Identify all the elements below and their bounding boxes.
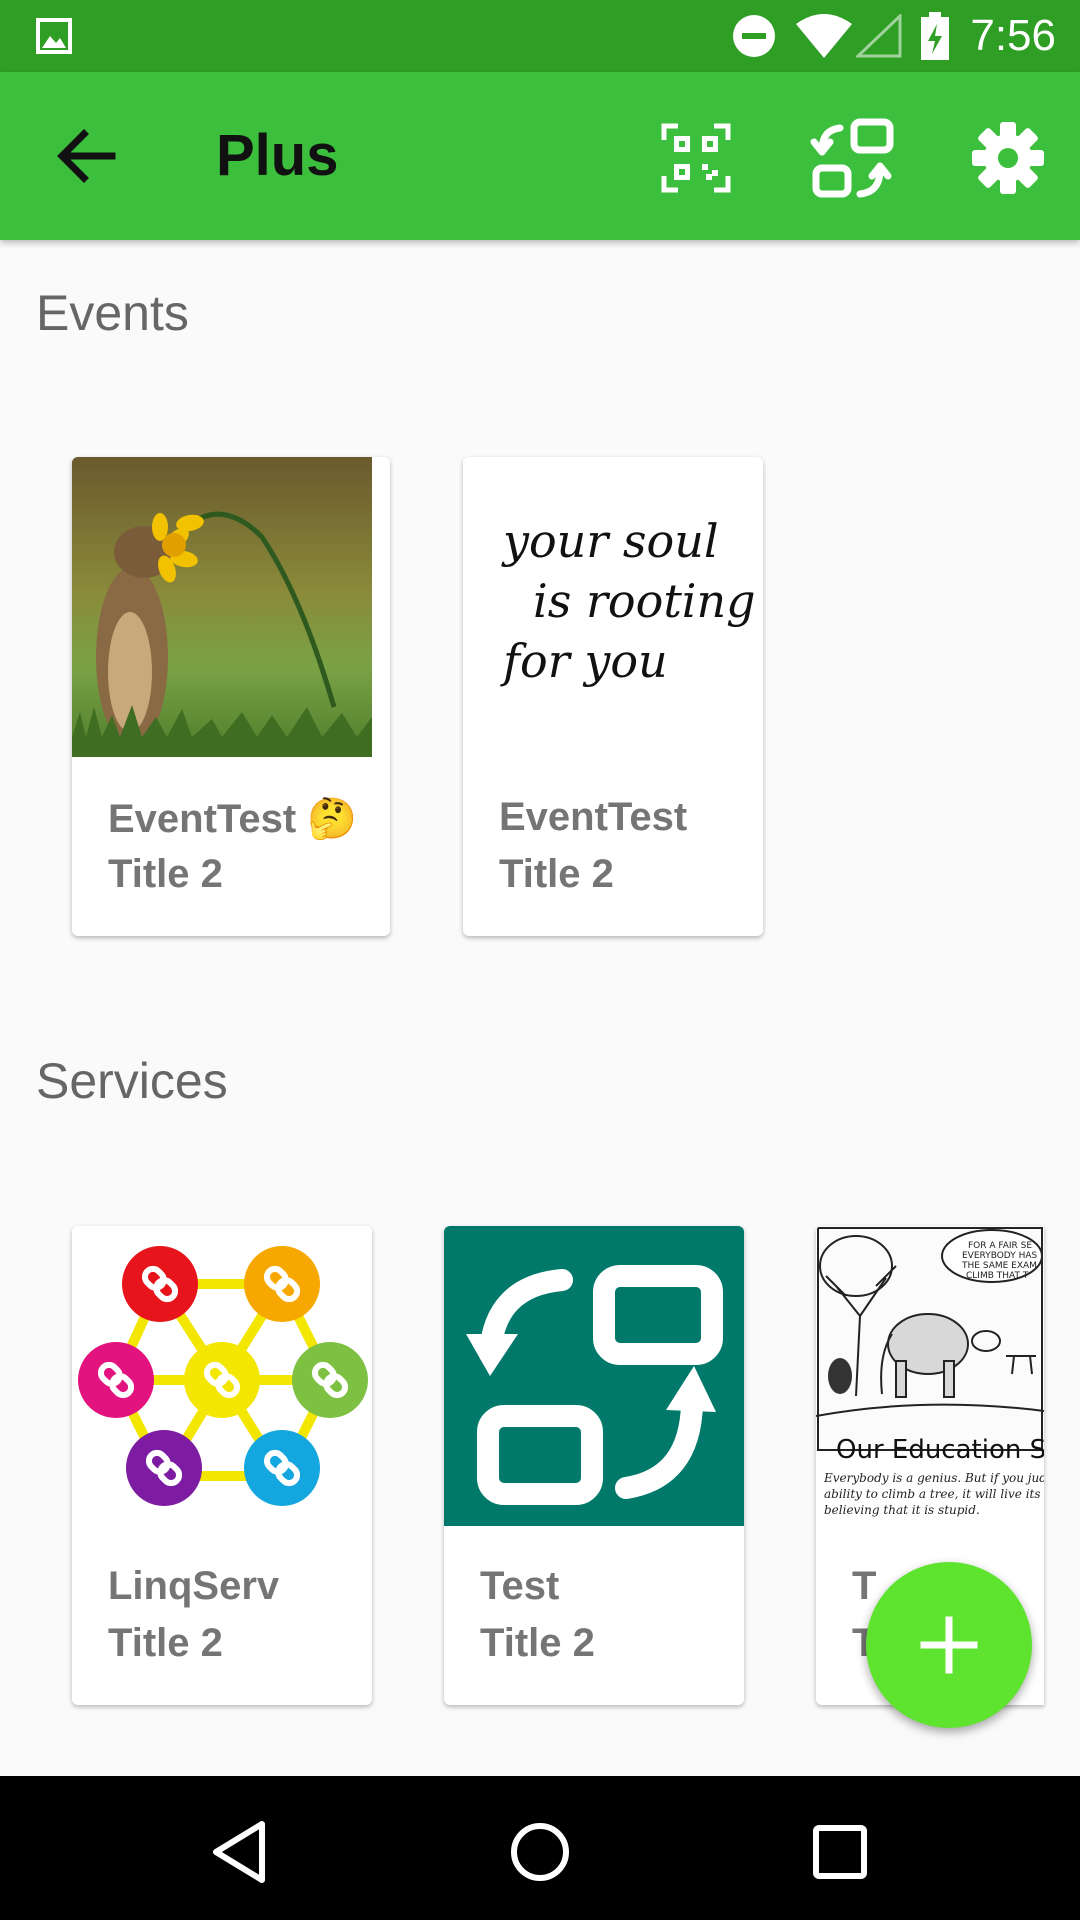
card-title: LinqServ xyxy=(108,1564,280,1608)
swap-icon[interactable] xyxy=(808,116,898,200)
status-bar: 7:56 xyxy=(0,0,1080,72)
cartoon-bubble-text: THE SAME EXAM xyxy=(961,1261,1037,1271)
event-card[interactable]: EventTest 🤔 Title 2 xyxy=(72,457,390,936)
card-subtitle: Title 2 xyxy=(108,852,223,896)
no-signal-icon xyxy=(856,14,902,58)
event-card[interactable]: your soul is rooting for you EventTest T… xyxy=(463,457,763,936)
card-subtitle: Title 2 xyxy=(108,1621,223,1665)
battery-charging-icon xyxy=(921,12,949,60)
cartoon-bubble-text: FOR A FAIR SE xyxy=(968,1241,1032,1251)
service-card[interactable]: Test Title 2 xyxy=(444,1226,744,1705)
thinking-emoji-icon: 🤔 xyxy=(307,796,358,842)
quote-line: for you xyxy=(500,634,668,688)
service-card[interactable]: LinqServ Title 2 xyxy=(72,1226,372,1705)
home-circle-icon[interactable] xyxy=(504,1816,576,1888)
card-title: EventTest 🤔 xyxy=(108,795,357,842)
app-bar: Plus xyxy=(0,72,1080,240)
quote-line: your soul xyxy=(501,514,719,568)
quote-line: is rooting xyxy=(533,574,756,628)
education-cartoon: FOR A FAIR SE EVERYBODY HAS THE SAME EXA… xyxy=(816,1226,1044,1526)
card-subtitle: Title 2 xyxy=(480,1621,595,1665)
settings-icon[interactable] xyxy=(966,116,1050,200)
linked-chain-network-logo xyxy=(72,1226,372,1526)
card-subtitle: Title 2 xyxy=(499,852,614,896)
cartoon-quote-line: believing that it is stupid. xyxy=(824,1503,980,1517)
cartoon-quote-line: ability to climb a tree, it will live it… xyxy=(824,1487,1044,1501)
plus-icon xyxy=(920,1616,978,1674)
cartoon-caption: Our Education Sy xyxy=(836,1435,1044,1465)
card-title: Test xyxy=(480,1564,560,1608)
card-title-text: EventTest xyxy=(108,797,297,841)
back-triangle-icon[interactable] xyxy=(204,1816,276,1888)
squirrel-flower-photo xyxy=(72,457,372,757)
services-section-title: Services xyxy=(36,1053,228,1109)
cartoon-quote-line: Everybody is a genius. But if you judge … xyxy=(823,1471,1044,1485)
card-title: EventTest xyxy=(499,795,688,839)
add-fab-button[interactable]: + xyxy=(866,1562,1032,1728)
cartoon-bubble-text: EVERYBODY HAS xyxy=(962,1251,1038,1261)
image-notification-icon xyxy=(36,18,72,54)
swap-arrows-tile xyxy=(444,1226,744,1526)
wifi-icon xyxy=(796,14,852,58)
handwritten-quote: your soul is rooting for you xyxy=(463,457,763,757)
events-section-title: Events xyxy=(36,285,189,341)
recents-square-icon[interactable] xyxy=(804,1816,876,1888)
qr-code-icon[interactable] xyxy=(654,116,738,200)
system-navigation-bar xyxy=(0,1776,1080,1920)
status-clock: 7:56 xyxy=(970,11,1056,60)
back-arrow-icon[interactable] xyxy=(46,116,126,196)
do-not-disturb-icon xyxy=(733,15,775,57)
cartoon-bubble-text: CLIMB THAT T xyxy=(966,1271,1029,1281)
page-title: Plus xyxy=(216,123,339,188)
